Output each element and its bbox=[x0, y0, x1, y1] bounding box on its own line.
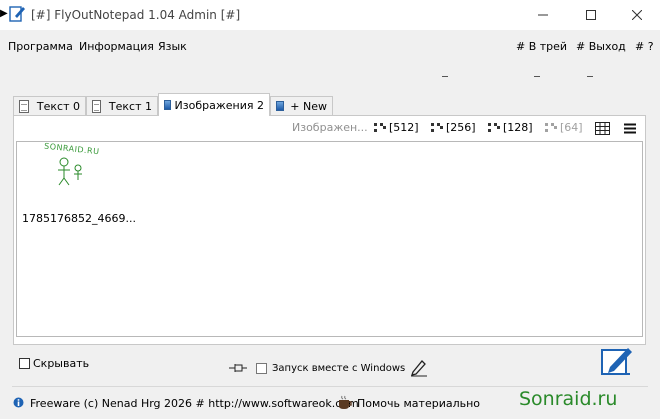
edit-pen-icon[interactable] bbox=[410, 359, 428, 377]
size-256-button[interactable]: [256] bbox=[431, 121, 476, 134]
tab-text-0[interactable]: Текст 0 bbox=[13, 96, 86, 115]
info-icon bbox=[13, 397, 24, 408]
size-64-button[interactable]: [64] bbox=[545, 121, 583, 134]
thumbnail-size-icon bbox=[431, 123, 443, 132]
pin-icon[interactable] bbox=[229, 363, 247, 373]
size-512-button[interactable]: [512] bbox=[374, 121, 419, 134]
close-icon bbox=[632, 10, 642, 20]
minimize-button[interactable] bbox=[520, 0, 566, 30]
thumbnail-size-icon bbox=[488, 123, 500, 132]
menu-info[interactable]: Информация bbox=[79, 40, 154, 53]
app-logo-icon[interactable] bbox=[600, 345, 633, 377]
image-icon bbox=[276, 101, 285, 111]
thumbnail-figure-icon bbox=[58, 157, 82, 186]
side-arrow-icon: ▶ bbox=[0, 8, 8, 19]
minimize-icon bbox=[538, 14, 548, 16]
checkbox-box[interactable] bbox=[19, 358, 30, 369]
tab-label: + New bbox=[290, 99, 327, 113]
tab-label: Текст 1 bbox=[108, 99, 152, 113]
menu-exit[interactable]: # Выход bbox=[576, 40, 626, 53]
hide-checkbox[interactable]: Скрывать bbox=[19, 357, 89, 370]
coffee-cup-icon bbox=[339, 395, 352, 409]
size-label: [64] bbox=[560, 121, 583, 134]
menu-to-tray[interactable]: # В трей bbox=[516, 40, 567, 53]
menu-language[interactable]: Язык bbox=[158, 40, 187, 53]
menu-help[interactable]: # ? bbox=[635, 40, 654, 53]
tab-text-1[interactable]: Текст 1 bbox=[86, 96, 158, 115]
checkbox-box[interactable] bbox=[256, 363, 267, 374]
size-label: [512] bbox=[389, 121, 419, 134]
document-icon bbox=[19, 99, 29, 113]
maximize-button[interactable] bbox=[568, 0, 614, 30]
image-icon bbox=[164, 100, 171, 110]
separator bbox=[534, 76, 540, 77]
image-list[interactable] bbox=[16, 141, 643, 337]
watermark-text: Sonraid.ru bbox=[519, 388, 618, 410]
notepad-pen-icon bbox=[9, 6, 25, 22]
tab-label: Текст 0 bbox=[36, 99, 80, 113]
grid-icon[interactable] bbox=[595, 122, 610, 135]
autostart-label: Запуск вместе с Windows bbox=[272, 363, 406, 374]
toolbar-hint: Изображен... bbox=[292, 121, 368, 134]
divider bbox=[12, 386, 648, 387]
separator bbox=[442, 76, 448, 77]
close-button[interactable] bbox=[614, 0, 660, 30]
size-label: [256] bbox=[446, 121, 476, 134]
size-label: [128] bbox=[503, 121, 533, 134]
maximize-icon bbox=[586, 10, 596, 20]
hide-label: Скрывать bbox=[33, 357, 90, 370]
separator bbox=[587, 76, 593, 77]
window-title: [#] FlyOutNotepad 1.04 Admin [#] bbox=[31, 8, 241, 22]
document-icon bbox=[92, 99, 101, 113]
hamburger-icon[interactable] bbox=[624, 123, 636, 134]
thumbnail-size-icon bbox=[545, 123, 557, 132]
donate-link[interactable]: Помочь материально bbox=[357, 397, 480, 410]
image-filename: 1785176852_4669... bbox=[22, 212, 136, 225]
tab-new[interactable]: + New bbox=[270, 96, 333, 115]
menu-program[interactable]: Программа bbox=[8, 40, 73, 53]
thumbnail-size-icon bbox=[374, 123, 386, 132]
image-thumbnail[interactable]: SONRAID.RU bbox=[40, 142, 110, 195]
size-128-button[interactable]: [128] bbox=[488, 121, 533, 134]
tab-images-2[interactable]: Изображения 2 bbox=[158, 93, 270, 116]
autostart-checkbox[interactable]: Запуск вместе с Windows bbox=[256, 363, 405, 374]
copyright-link[interactable]: Freeware (c) Nenad Hrg 2026 # http://www… bbox=[30, 397, 359, 410]
tab-label: Изображения 2 bbox=[174, 98, 264, 112]
